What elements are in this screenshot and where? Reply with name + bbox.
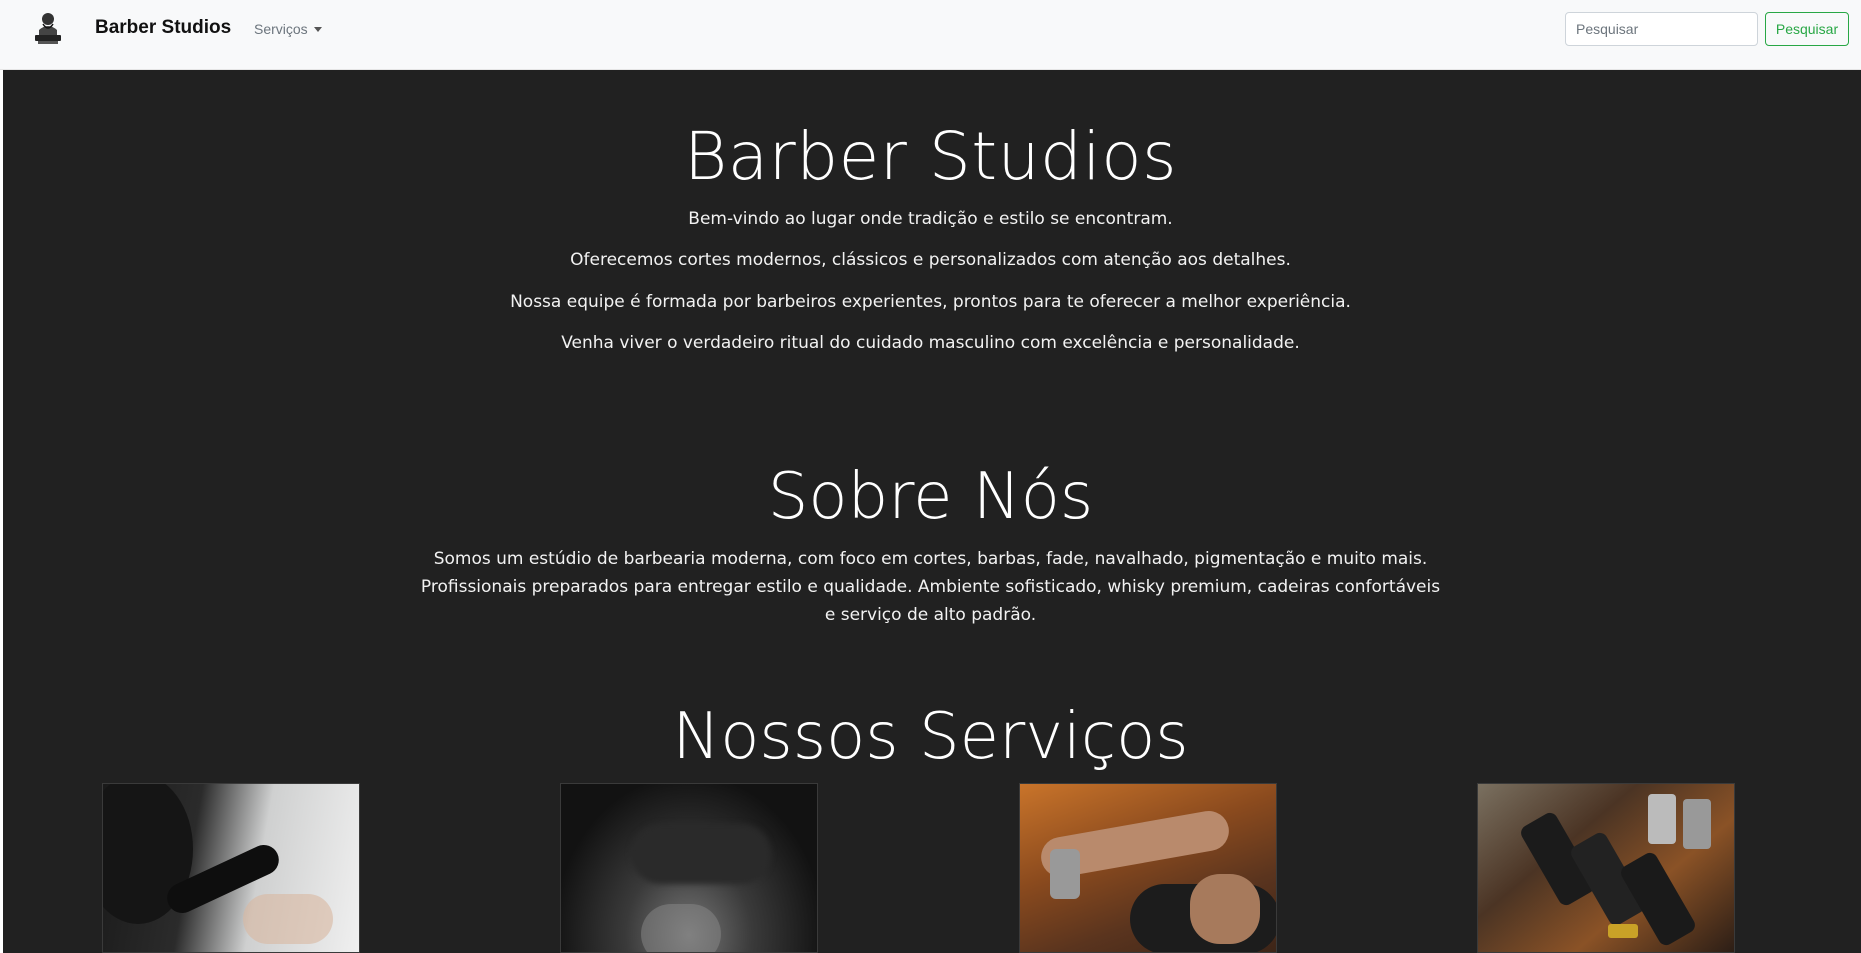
navbar: Barber Studios Serviços Pesquisar	[0, 0, 1861, 70]
hero-line: Bem-vindo ao lugar onde tradição e estil…	[688, 209, 1173, 229]
barber-logo-icon[interactable]	[31, 10, 65, 47]
hero-title: Barber Studios	[683, 118, 1177, 195]
services-dropdown-label: Serviços	[254, 21, 308, 37]
search-button[interactable]: Pesquisar	[1765, 12, 1849, 46]
search-input[interactable]	[1565, 12, 1758, 46]
clippers-collection-photo	[1478, 784, 1734, 952]
service-card-2[interactable]	[560, 783, 818, 953]
about-title: Sobre Nós	[767, 460, 1094, 534]
brand-name[interactable]: Barber Studios	[95, 17, 231, 39]
tattooed-barber-photo	[1020, 784, 1276, 952]
hero-line: Oferecemos cortes modernos, clássicos e …	[570, 250, 1291, 270]
caret-down-icon	[313, 26, 322, 32]
service-card-3[interactable]	[1019, 783, 1277, 953]
hero-line: Nossa equipe é formada por barbeiros exp…	[510, 292, 1351, 312]
hero-line: Venha viver o verdadeiro ritual do cuida…	[561, 333, 1300, 353]
about-text: Somos um estúdio de barbearia moderna, c…	[420, 549, 1441, 625]
service-card-4[interactable]	[1477, 783, 1735, 953]
service-card-1[interactable]	[102, 783, 360, 953]
services-title: Nossos Serviços	[672, 700, 1189, 774]
barber-haircut-photo	[103, 784, 359, 952]
dark-barber-photo	[561, 784, 817, 952]
services-dropdown[interactable]: Serviços	[254, 21, 322, 37]
